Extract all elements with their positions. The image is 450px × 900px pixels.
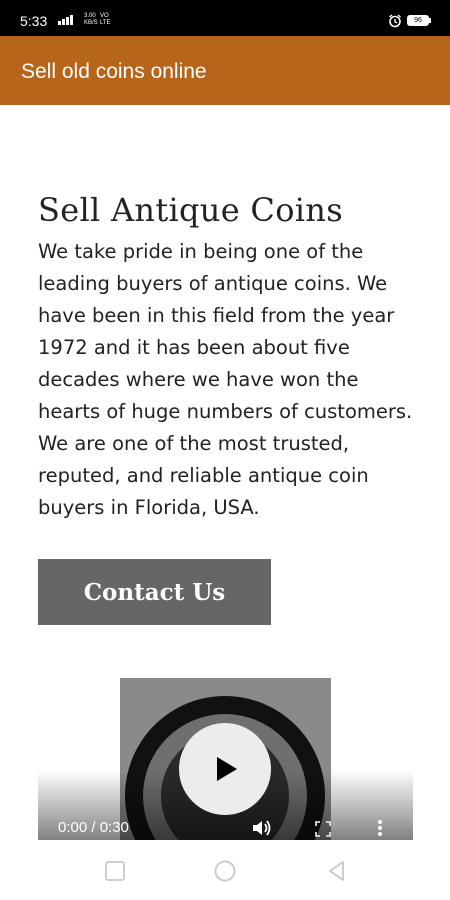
app-title: Sell old coins online — [21, 60, 207, 83]
recent-apps-icon[interactable] — [104, 860, 126, 882]
volume-icon[interactable] — [252, 819, 272, 837]
fullscreen-icon[interactable] — [315, 821, 331, 837]
back-icon[interactable] — [326, 860, 348, 882]
volte-indicator: VO LTE — [100, 13, 111, 26]
status-time: 5:33 — [20, 13, 48, 29]
battery-tip — [429, 18, 431, 23]
more-vert-icon[interactable] — [376, 819, 384, 837]
app-bar: Sell old coins online — [0, 36, 450, 105]
contact-us-button[interactable]: Contact Us — [38, 559, 271, 625]
alarm-icon — [389, 14, 401, 28]
intro-paragraph: We take pride in being one of the leadin… — [38, 240, 413, 519]
main-content[interactable]: Sell Antique Coins We take pride in bein… — [0, 105, 450, 840]
battery-icon: 96 — [407, 15, 429, 26]
system-nav-bar — [0, 840, 450, 900]
video-player[interactable]: 0:00 / 0:30 — [38, 678, 413, 840]
video-time: 0:00 / 0:30 — [58, 819, 129, 836]
signal-icon — [58, 15, 73, 25]
play-icon — [217, 757, 237, 781]
page-title: Sell Antique Coins — [38, 191, 343, 229]
play-button[interactable] — [179, 723, 271, 815]
signal-indicator — [58, 15, 80, 27]
status-bar: 5:33 3.00 KB/S VO LTE 96 — [0, 0, 450, 36]
home-icon[interactable] — [214, 860, 236, 882]
network-speed: 3.00 KB/S — [84, 13, 98, 26]
